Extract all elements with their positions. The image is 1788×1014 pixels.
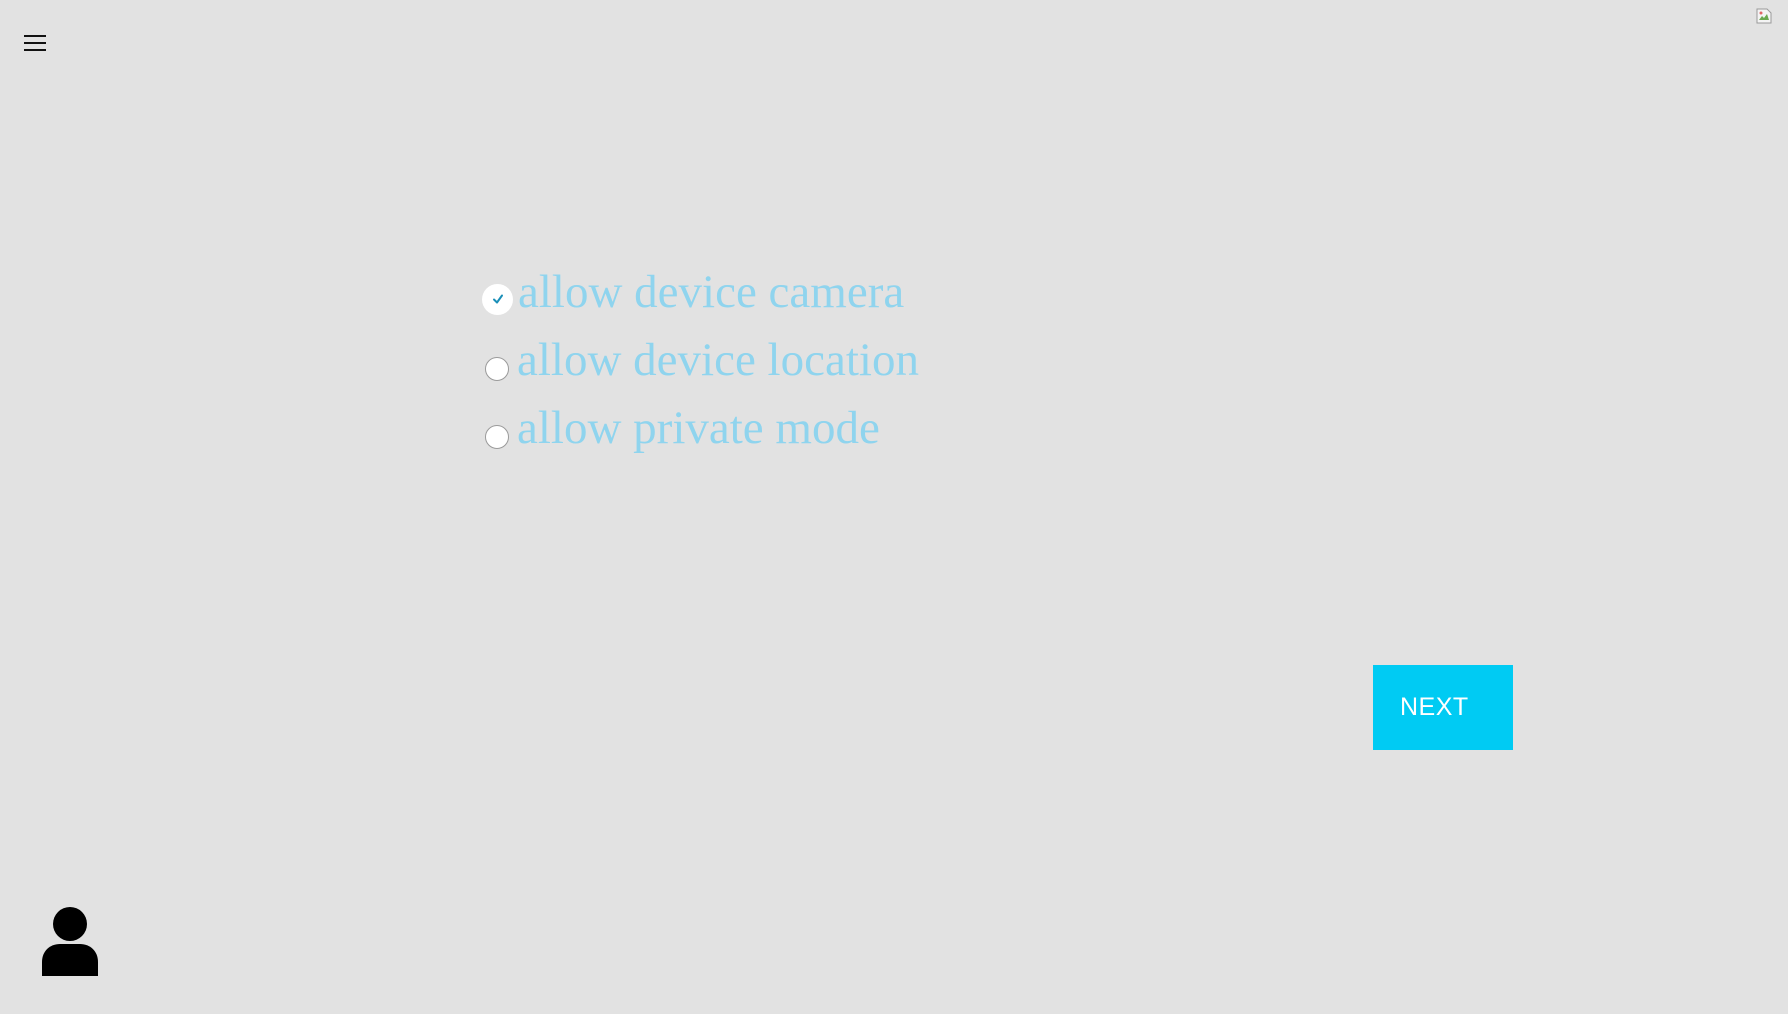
option-label-camera: allow device camera bbox=[518, 265, 905, 318]
option-label-private-mode: allow private mode bbox=[517, 401, 880, 454]
option-camera[interactable]: allow device camera bbox=[483, 258, 919, 326]
radio-private-mode[interactable] bbox=[485, 425, 509, 449]
option-location[interactable]: allow device location bbox=[485, 326, 919, 394]
permission-options: allow device camera allow device locatio… bbox=[483, 258, 919, 462]
radio-location[interactable] bbox=[485, 357, 509, 381]
checkmark-icon bbox=[492, 294, 503, 304]
hamburger-menu-icon bbox=[24, 33, 46, 53]
user-avatar-button[interactable] bbox=[40, 906, 102, 976]
next-button[interactable]: NEXT bbox=[1373, 665, 1513, 750]
radio-camera-checked[interactable] bbox=[483, 284, 512, 314]
user-avatar-icon bbox=[40, 906, 102, 976]
broken-image-icon bbox=[1756, 8, 1772, 24]
menu-button[interactable] bbox=[22, 28, 48, 58]
option-label-location: allow device location bbox=[517, 333, 919, 386]
option-private-mode[interactable]: allow private mode bbox=[485, 394, 919, 462]
